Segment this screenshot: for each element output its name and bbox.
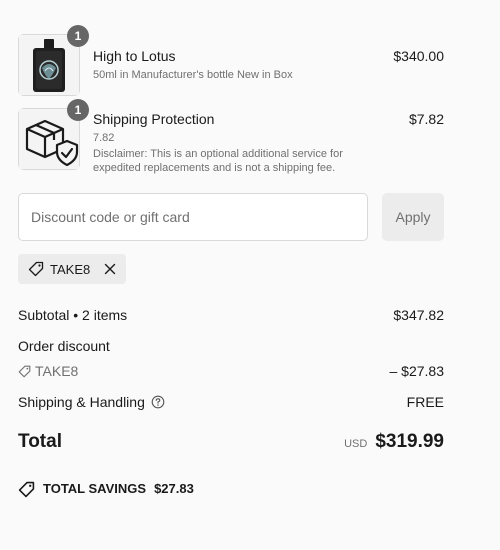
close-icon bbox=[105, 263, 116, 275]
order-discount-row: Order discount bbox=[18, 337, 444, 355]
product-thumbnail: 1 bbox=[18, 99, 89, 170]
product-thumbnail: 1 bbox=[18, 25, 89, 96]
order-discount-label: Order discount bbox=[18, 338, 110, 354]
total-savings-row: TOTAL SAVINGS $27.83 bbox=[18, 480, 444, 498]
item-name: Shipping Protection bbox=[93, 111, 215, 127]
item-text: Shipping Protection 7.82 Disclaimer: Thi… bbox=[93, 110, 363, 175]
applied-discount-chip: TAKE8 bbox=[18, 254, 127, 284]
help-icon[interactable] bbox=[151, 395, 165, 409]
item-details: 50ml in Manufacturer's bottle New in Box bbox=[93, 69, 293, 81]
item-price: $7.82 bbox=[408, 111, 444, 127]
total-value: $319.99 bbox=[375, 431, 444, 452]
line-item-shipping-protection: 1 Shipping Protection 7.82 Disclaimer: T… bbox=[18, 99, 444, 178]
line-item-high-to-lotus: 1 High to Lotus 50ml in Manufacturer's b… bbox=[18, 25, 444, 96]
subtotal-row: Subtotal • 2 items $347.82 bbox=[18, 306, 444, 324]
subtotal-label: Subtotal • 2 items bbox=[18, 307, 128, 323]
discount-code-row: TAKE8 – $27.83 bbox=[18, 362, 444, 382]
discount-code-info: TAKE8 bbox=[18, 362, 78, 380]
item-text: High to Lotus 50ml in Manufacturer's bot… bbox=[93, 47, 373, 82]
applied-code-label: TAKE8 bbox=[50, 261, 91, 277]
discount-code-input[interactable] bbox=[18, 193, 368, 241]
discount-code-label: TAKE8 bbox=[35, 363, 79, 379]
discount-value: – $27.83 bbox=[389, 363, 445, 379]
shipping-row: Shipping & Handling FREE bbox=[18, 393, 444, 411]
apply-discount-button[interactable]: Apply bbox=[382, 193, 444, 241]
shipping-label: Shipping & Handling bbox=[18, 394, 145, 410]
total-row: Total USD $319.99 bbox=[18, 431, 444, 459]
total-amount-group: USD $319.99 bbox=[344, 431, 444, 453]
total-savings-value: $27.83 bbox=[154, 481, 194, 496]
remove-discount-button[interactable] bbox=[104, 263, 116, 275]
currency-code: USD bbox=[344, 438, 368, 450]
shipping-label-group: Shipping & Handling bbox=[18, 393, 165, 411]
item-disclaimer: Disclaimer: This is an optional addition… bbox=[93, 148, 343, 174]
total-savings-label: TOTAL SAVINGS bbox=[43, 481, 147, 496]
tag-icon bbox=[18, 481, 35, 497]
quantity-badge: 1 bbox=[67, 25, 89, 47]
tag-icon bbox=[28, 261, 44, 277]
total-label: Total bbox=[18, 431, 62, 452]
item-details: 7.82 bbox=[93, 132, 115, 144]
shipping-value: FREE bbox=[406, 394, 444, 410]
tag-icon bbox=[18, 365, 31, 377]
item-name: High to Lotus bbox=[93, 48, 176, 64]
quantity-badge: 1 bbox=[67, 99, 89, 121]
subtotal-value: $347.82 bbox=[393, 307, 444, 323]
item-price: $340.00 bbox=[393, 48, 444, 64]
